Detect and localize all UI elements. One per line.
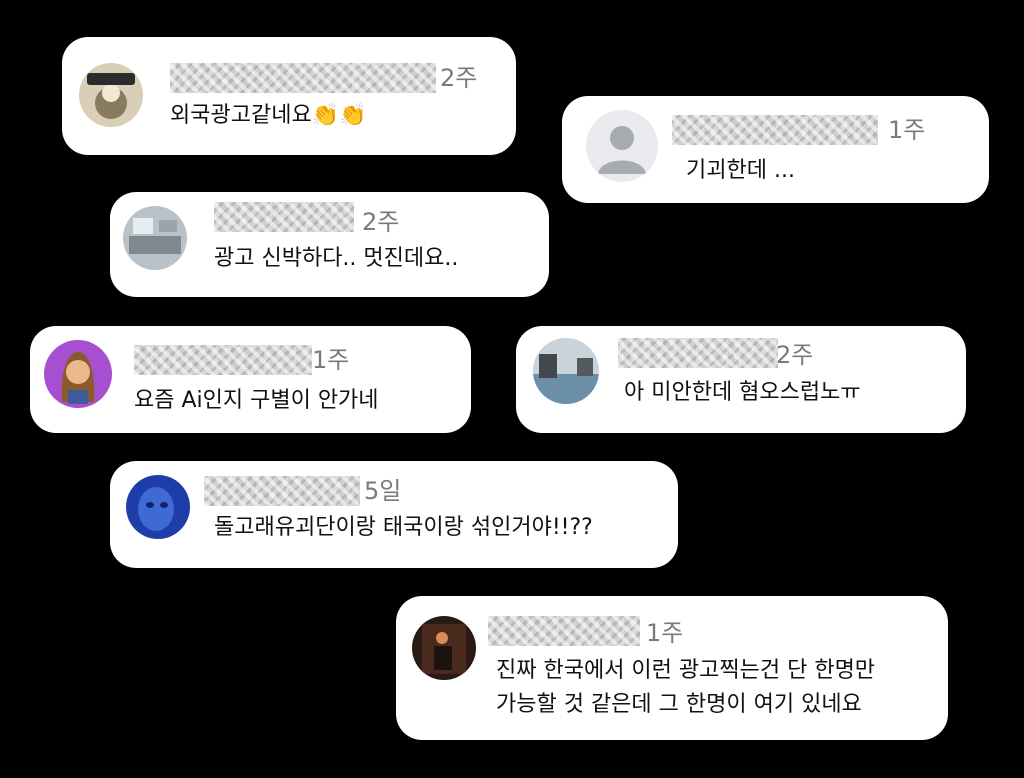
comment-text-line-2: 가능할 것 같은데 그 한명이 여기 있네요	[496, 692, 862, 717]
comment-text: 기괴한데 ...	[686, 158, 795, 183]
timestamp: 1주	[888, 116, 926, 144]
comment-text: 요즘 Ai인지 구별이 안가네	[134, 388, 379, 413]
username-redacted	[618, 338, 778, 368]
comment-card: 1주 기괴한데 ...	[562, 96, 989, 203]
timestamp: 2주	[362, 208, 400, 236]
comment-card: 2주 광고 신박하다.. 멋진데요..	[110, 192, 549, 297]
avatar-pool-photo	[533, 338, 599, 404]
avatar-badge-illustration	[79, 63, 143, 127]
comment-text: 돌고래유괴단이랑 태국이랑 섞인거야!!??	[214, 515, 593, 540]
comment-text-body: 외국광고같네요	[170, 103, 312, 128]
avatar-dark-photo	[412, 616, 476, 680]
timestamp: 2주	[440, 64, 478, 92]
avatar[interactable]	[412, 616, 476, 680]
default-user-icon	[586, 110, 658, 182]
avatar-room-photo	[123, 206, 187, 270]
clapping-hands-icon: 👏👏	[311, 103, 367, 128]
comment-text: 광고 신박하다.. 멋진데요..	[214, 246, 459, 271]
username-redacted	[134, 345, 312, 375]
comment-card: 1주 요즘 Ai인지 구별이 안가네	[30, 326, 471, 433]
username-redacted	[488, 616, 640, 646]
comment-text-line-1: 진짜 한국에서 이런 광고찍는건 단 한명만	[496, 658, 876, 683]
avatar[interactable]	[44, 340, 112, 408]
timestamp: 2주	[776, 341, 814, 369]
timestamp: 5일	[364, 477, 402, 505]
avatar[interactable]	[123, 206, 187, 270]
avatar[interactable]	[79, 63, 143, 127]
timestamp: 1주	[312, 346, 350, 374]
avatar-blue-photo	[126, 475, 190, 539]
username-redacted	[170, 63, 436, 93]
comment-text: 외국광고같네요👏👏	[170, 99, 366, 132]
avatar[interactable]	[586, 110, 658, 182]
comment-card: 2주 아 미안한데 혐오스럽노ㅠ	[516, 326, 966, 433]
avatar[interactable]	[126, 475, 190, 539]
comment-card: 2주 외국광고같네요👏👏	[62, 37, 516, 155]
timestamp: 1주	[646, 619, 684, 647]
avatar-memoji	[44, 340, 112, 408]
username-redacted	[672, 115, 878, 145]
comment-card: 5일 돌고래유괴단이랑 태국이랑 섞인거야!!??	[110, 461, 678, 568]
comment-card: 1주 진짜 한국에서 이런 광고찍는건 단 한명만 가능할 것 같은데 그 한명…	[396, 596, 948, 740]
username-redacted	[214, 202, 354, 232]
comment-text: 아 미안한데 혐오스럽노ㅠ	[624, 380, 861, 405]
username-redacted	[204, 476, 360, 506]
avatar[interactable]	[533, 338, 599, 404]
